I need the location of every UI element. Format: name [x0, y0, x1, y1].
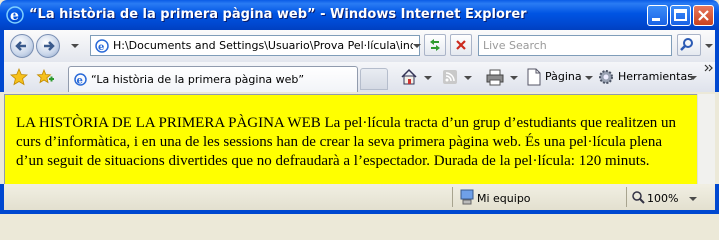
- tab-current-page[interactable]: e “La història de la primera pàgina web”: [68, 66, 358, 92]
- page-menu-icon[interactable]: [526, 68, 542, 86]
- zoom-icon[interactable]: [631, 190, 645, 204]
- print-dropdown-icon[interactable]: [509, 74, 518, 88]
- address-bar[interactable]: e H:\Documents and Settings\Usuario\Prov…: [90, 35, 420, 56]
- add-favorite-icon[interactable]: [36, 68, 54, 86]
- magnifier-icon: [680, 38, 693, 51]
- minimize-button[interactable]: [647, 5, 668, 26]
- stop-button[interactable]: [450, 34, 472, 56]
- page-content: LA HISTÒRIA DE LA PRIMERA PÀGINA WEB La …: [4, 94, 715, 184]
- gear-icon[interactable]: [597, 68, 615, 86]
- forward-button[interactable]: [36, 34, 60, 58]
- search-input[interactable]: Live Search: [478, 35, 672, 56]
- page-icon: e: [74, 73, 87, 87]
- svg-text:e: e: [77, 76, 83, 87]
- address-dropdown-icon[interactable]: [412, 42, 421, 56]
- search-placeholder: Live Search: [483, 39, 547, 52]
- page-menu-dropdown-icon[interactable]: [584, 74, 593, 88]
- computer-icon: [460, 189, 474, 205]
- page-icon: e: [95, 39, 109, 53]
- zoom-level[interactable]: 100%: [647, 192, 678, 205]
- tab-label: “La història de la primera pàgina web”: [91, 73, 305, 86]
- tools-menu-dropdown-icon[interactable]: [688, 74, 697, 88]
- svg-text:e: e: [98, 42, 104, 53]
- zoom-dropdown-icon[interactable]: [688, 195, 697, 209]
- status-bar: Mi equipo 100%: [0, 184, 719, 214]
- status-divider: [452, 187, 453, 207]
- page-text: LA HISTÒRIA DE LA PRIMERA PÀGINA WEB La …: [16, 115, 677, 169]
- refresh-button[interactable]: [424, 34, 446, 56]
- status-divider: [626, 187, 627, 207]
- arrow-left-icon: [15, 41, 26, 51]
- refresh-icon: [430, 39, 440, 51]
- chevron-down-icon[interactable]: [70, 42, 79, 56]
- close-button[interactable]: [693, 5, 714, 26]
- minimize-icon: [652, 18, 660, 21]
- address-text: H:\Documents and Settings\Usuario\Prova …: [113, 39, 413, 52]
- internet-explorer-icon: e: [6, 6, 24, 24]
- svg-text:e: e: [10, 8, 19, 24]
- close-icon: [698, 10, 709, 21]
- stop-icon: [456, 40, 466, 50]
- window-title: “La història de la primera pàgina web” -…: [29, 7, 527, 22]
- home-icon[interactable]: [400, 68, 418, 86]
- back-button[interactable]: [10, 34, 34, 58]
- home-dropdown-icon[interactable]: [423, 74, 432, 88]
- search-button[interactable]: [677, 34, 701, 56]
- navigation-bar: e H:\Documents and Settings\Usuario\Prov…: [0, 30, 719, 62]
- page-menu-label[interactable]: Pàgina: [545, 70, 582, 83]
- feeds-dropdown-icon[interactable]: [463, 74, 472, 88]
- maximize-button[interactable]: [670, 5, 691, 26]
- tools-menu-label[interactable]: Herramientas: [618, 70, 693, 83]
- command-bar: e “La història de la primera pàgina web”…: [0, 62, 719, 92]
- arrow-right-icon: [44, 41, 55, 51]
- feeds-icon[interactable]: [442, 69, 458, 85]
- vertical-scrollbar[interactable]: [697, 94, 715, 184]
- favorites-star-icon[interactable]: [10, 68, 28, 86]
- print-icon[interactable]: [486, 68, 504, 86]
- search-options-icon[interactable]: [704, 42, 713, 56]
- title-bar: e “La història de la primera pàgina web”…: [0, 0, 719, 30]
- security-zone-label[interactable]: Mi equipo: [477, 192, 531, 205]
- new-tab-button[interactable]: [360, 68, 388, 90]
- maximize-icon: [674, 9, 687, 21]
- chevron-double-right-icon[interactable]: [704, 63, 714, 73]
